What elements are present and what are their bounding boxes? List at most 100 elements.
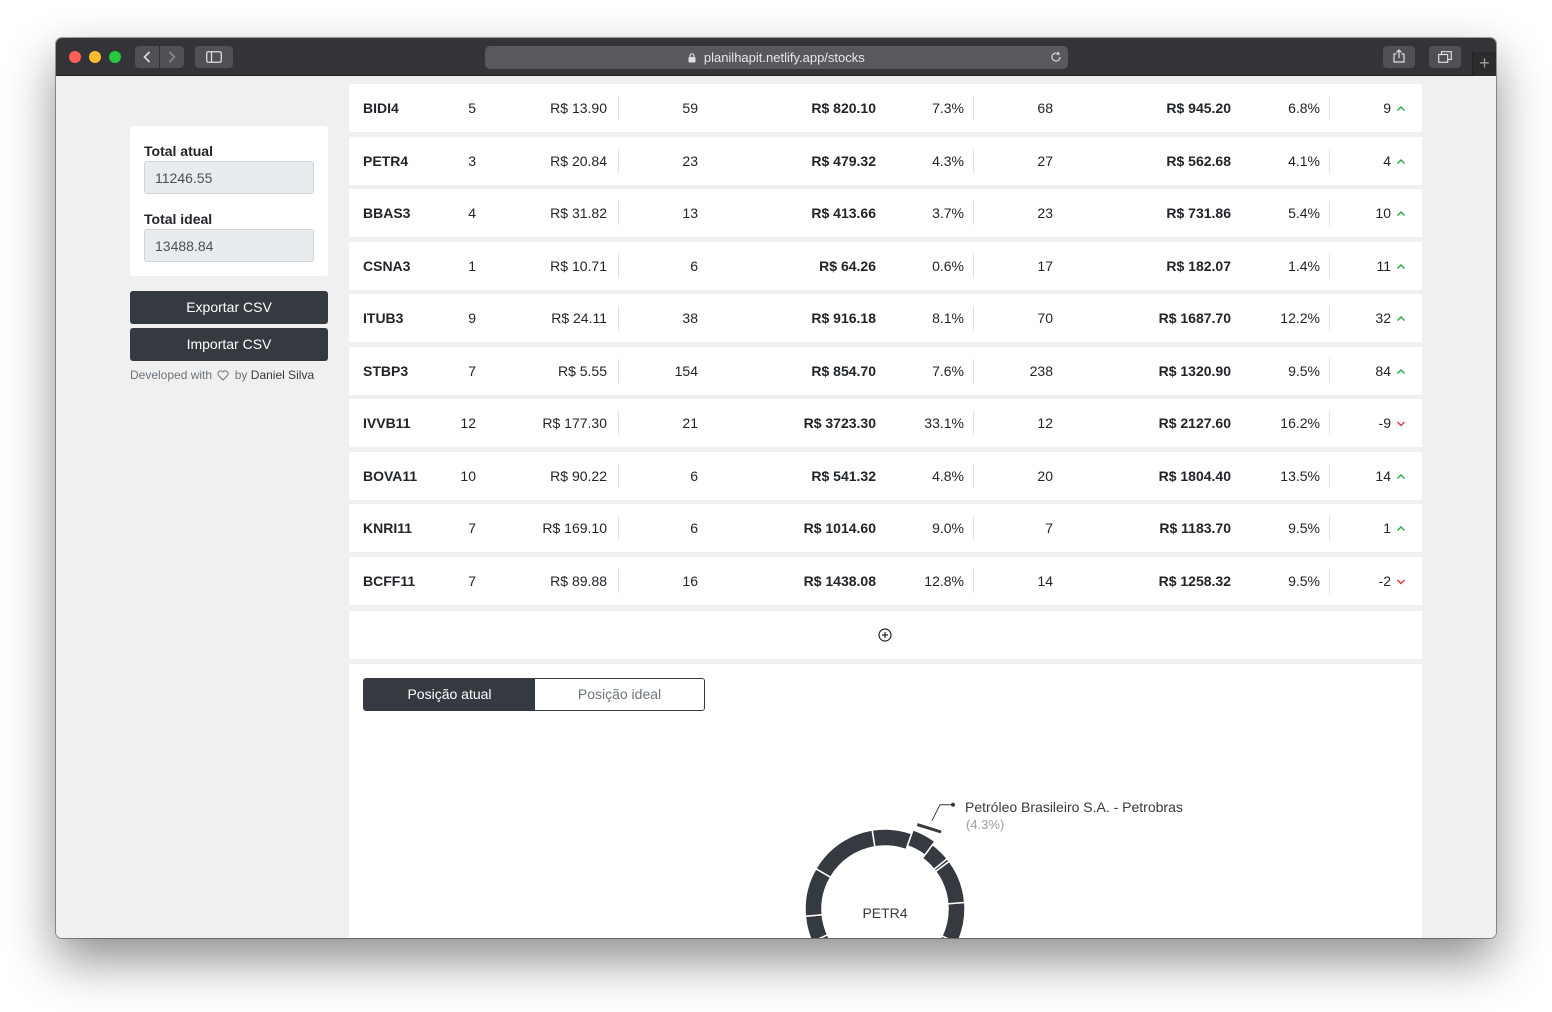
ideal-quantity: 17 — [1037, 257, 1053, 274]
stock-ticker: BIDI4 — [363, 100, 399, 116]
current-value: R$ 854.70 — [811, 362, 876, 379]
browser-toolbar: planilhapit.netlify.app/stocks + — [56, 38, 1496, 76]
ideal-percent: 4.1% — [1288, 152, 1320, 169]
current-value: R$ 413.66 — [811, 205, 876, 221]
column-divider — [618, 96, 619, 120]
column-divider — [618, 411, 619, 435]
ideal-value: R$ 182.07 — [1166, 257, 1231, 274]
current-value: R$ 1014.60 — [803, 520, 876, 536]
table-row[interactable]: STBP3 7 R$ 5.55 154 R$ 854.70 7.6% 238 R$ 1320.… — [349, 346, 1422, 395]
ideal-value: R$ 562.68 — [1166, 152, 1231, 169]
table-row[interactable]: BCFF11 7 R$ 89.88 16 R$ 1438.08 12.8% 14 R$ 125… — [349, 556, 1422, 605]
table-row[interactable]: BBAS3 4 R$ 31.82 13 R$ 413.66 3.7% 23 R$ 731.86… — [349, 189, 1422, 237]
total-ideal-field[interactable] — [144, 229, 314, 262]
stock-price: R$ 20.84 — [550, 152, 607, 169]
current-quantity: 38 — [682, 310, 698, 326]
stock-ticker: STBP3 — [363, 362, 409, 379]
column-divider — [973, 148, 974, 173]
tabs-icon — [1438, 51, 1452, 63]
import-csv-button[interactable]: Importar CSV — [130, 328, 328, 361]
zoom-window-button[interactable] — [109, 51, 121, 63]
credit-by: by — [234, 368, 248, 382]
quantity-difference: 14 — [1375, 467, 1391, 484]
donut-slice-bcff11[interactable] — [814, 829, 876, 879]
donut-slice-ivvb11[interactable] — [812, 933, 957, 938]
plus-circle-icon[interactable] — [878, 628, 892, 642]
total-atual-label: Total atual — [144, 143, 213, 159]
chevron-down-icon — [1396, 399, 1408, 447]
ideal-quantity: 27 — [1037, 152, 1053, 169]
stock-quantity: 7 — [468, 572, 476, 589]
stock-price: R$ 31.82 — [550, 205, 607, 221]
column-divider — [1329, 411, 1330, 435]
table-row[interactable]: IVVB11 12 R$ 177.30 21 R$ 3723.30 33.1% 12 R$ 2… — [349, 399, 1422, 447]
chevron-up-icon — [1396, 189, 1408, 237]
export-csv-button[interactable]: Exportar CSV — [130, 291, 328, 324]
close-window-button[interactable] — [69, 51, 81, 63]
ideal-quantity: 14 — [1037, 572, 1053, 589]
donut-slice-bidi4[interactable] — [871, 828, 913, 851]
page-content: Total atual Total ideal Exportar CSV Imp… — [56, 76, 1496, 938]
current-percent: 12.8% — [924, 572, 964, 589]
column-divider — [618, 306, 619, 330]
chevron-up-icon — [1396, 294, 1408, 342]
donut-slice-stbp3[interactable] — [940, 901, 966, 938]
table-row[interactable]: KNRI11 7 R$ 169.10 6 R$ 1014.60 9.0% 7 R$ 1183.… — [349, 504, 1422, 552]
column-divider — [1329, 201, 1330, 225]
total-atual-field[interactable] — [144, 161, 314, 194]
current-quantity: 59 — [682, 100, 698, 116]
back-button[interactable] — [135, 46, 159, 68]
column-divider — [618, 148, 619, 173]
column-divider — [618, 201, 619, 225]
current-value: R$ 541.32 — [811, 467, 876, 484]
table-row[interactable]: ITUB3 9 R$ 24.11 38 R$ 916.18 8.1% 70 R$ 1687.7… — [349, 294, 1422, 342]
quantity-difference: 32 — [1375, 310, 1391, 326]
minimize-window-button[interactable] — [89, 51, 101, 63]
tab-posicao-ideal[interactable]: Posição ideal — [535, 679, 704, 710]
ideal-percent: 9.5% — [1288, 362, 1320, 379]
credit-author-link[interactable]: Daniel Silva — [251, 368, 314, 382]
quantity-difference: 1 — [1383, 520, 1391, 536]
chevron-up-icon — [1396, 84, 1408, 132]
column-divider — [618, 253, 619, 278]
current-quantity: 21 — [682, 415, 698, 431]
ideal-quantity: 12 — [1037, 415, 1053, 431]
show-tabs-button[interactable] — [1429, 46, 1461, 68]
current-percent: 3.7% — [932, 205, 964, 221]
donut-slice-itub3[interactable] — [934, 860, 966, 905]
stock-quantity: 4 — [468, 205, 476, 221]
ideal-percent: 9.5% — [1288, 520, 1320, 536]
ideal-quantity: 7 — [1045, 520, 1053, 536]
column-divider — [618, 463, 619, 488]
quantity-difference: -2 — [1378, 572, 1391, 589]
forward-button[interactable] — [160, 46, 184, 68]
donut-center-label: PETR4 — [862, 905, 908, 921]
add-stock-row[interactable] — [349, 611, 1422, 659]
new-tab-button[interactable]: + — [1472, 52, 1496, 76]
ideal-percent: 6.8% — [1288, 100, 1320, 116]
current-quantity: 16 — [682, 572, 698, 589]
table-row[interactable]: BOVA11 10 R$ 90.22 6 R$ 541.32 4.8% 20 R$ 1804.… — [349, 451, 1422, 500]
sidebar-toggle-button[interactable] — [195, 46, 233, 68]
column-divider — [1329, 358, 1330, 383]
highlight-tick — [916, 823, 942, 834]
address-bar[interactable]: planilhapit.netlify.app/stocks — [485, 46, 1068, 69]
chevron-right-icon — [168, 51, 176, 63]
donut-slice-bova11[interactable] — [804, 913, 829, 938]
column-divider — [973, 253, 974, 278]
tab-posicao-atual[interactable]: Posição atual — [364, 679, 535, 710]
share-button[interactable] — [1383, 46, 1415, 68]
table-row[interactable]: BIDI4 5 R$ 13.90 59 R$ 820.10 7.3% 68 R$ 945.20… — [349, 84, 1422, 132]
developer-credit: Developed with by Daniel Silva — [130, 368, 314, 382]
stock-price: R$ 90.22 — [550, 467, 607, 484]
table-row[interactable]: CSNA3 1 R$ 10.71 6 R$ 64.26 0.6% 17 R$ 182.07 1.… — [349, 241, 1422, 290]
column-divider — [618, 568, 619, 593]
ideal-quantity: 23 — [1037, 205, 1053, 221]
heart-icon — [217, 370, 229, 381]
ideal-value: R$ 731.86 — [1166, 205, 1231, 221]
reload-button[interactable] — [1050, 46, 1062, 70]
stock-price: R$ 169.10 — [542, 520, 607, 536]
stock-price: R$ 5.55 — [557, 362, 607, 379]
table-row[interactable]: PETR4 3 R$ 20.84 23 R$ 479.32 4.3% 27 R$ 562.68… — [349, 136, 1422, 185]
current-quantity: 6 — [690, 520, 698, 536]
